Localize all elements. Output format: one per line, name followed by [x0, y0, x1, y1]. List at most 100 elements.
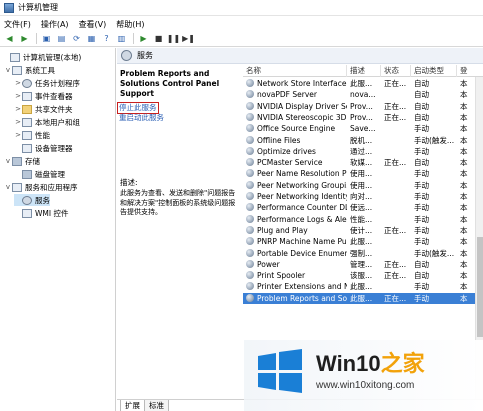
service-name-text: NVIDIA Stereoscopic 3D ... [257, 112, 347, 122]
table-row[interactable]: Network Store Interface ... 此服... 正在... 自动 本 [243, 78, 475, 89]
column-startup-type[interactable]: 启动类型 [411, 65, 457, 77]
watermark: Win10之家 www.win10xitong.com [244, 340, 483, 411]
menu-file[interactable]: 文件(F) [4, 19, 31, 30]
table-row[interactable]: Print Spooler 该服... 正在... 自动 本 [243, 270, 475, 281]
tree-item-shared-folders[interactable]: > 共享文件夹 [14, 103, 73, 115]
stop-service-icon[interactable]: ■ [153, 33, 164, 44]
table-row[interactable]: Peer Networking Groupi... 使用... 手动 本 [243, 180, 475, 191]
table-row[interactable]: PNRP Machine Name Pu... 此服... 手动 本 [243, 236, 475, 247]
clock-icon [22, 78, 32, 88]
properties-icon[interactable]: ▥ [116, 33, 127, 44]
service-status-cell: 正在... [384, 259, 407, 269]
table-row[interactable]: Performance Logs & Aler... 性能... 手动 本 [243, 214, 475, 225]
service-name-cell: Offline Files [243, 135, 347, 146]
refresh-icon[interactable]: ⟳ [71, 33, 82, 44]
table-row[interactable]: novaPDF Server nova... 自动 本 [243, 89, 475, 100]
service-desc-cell: 此服... [350, 79, 373, 88]
restart-service-icon[interactable]: ▶❚ [182, 33, 195, 44]
table-row[interactable]: NVIDIA Stereoscopic 3D ... Prov... 正在... 自动… [243, 112, 475, 123]
tree-item-local-users[interactable]: > 本地用户和组 [14, 116, 80, 128]
expand-chevron-icon[interactable]: > [14, 131, 22, 139]
service-desc-cell: 管理... [350, 259, 373, 269]
table-row[interactable]: Plug and Play 使计... 正在... 手动 本 [243, 225, 475, 236]
service-logon-cell: 本 [460, 259, 468, 269]
table-row[interactable]: Peer Name Resolution Pr... 使用... 手动 本 [243, 168, 475, 179]
tree-item-services-apps[interactable]: v 服务和应用程序 [4, 181, 78, 193]
folder-icon [22, 104, 32, 114]
service-name-cell: novaPDF Server [243, 89, 347, 100]
scrollbar-thumb[interactable] [477, 237, 483, 337]
show-hide-tree-icon[interactable]: ▤ [56, 33, 67, 44]
table-row[interactable]: PCMaster Service 软媒... 正在... 自动 本 [243, 157, 475, 168]
expand-chevron-icon[interactable]: > [14, 92, 22, 100]
collapse-chevron-icon[interactable]: v [4, 157, 12, 165]
menu-help[interactable]: 帮助(H) [116, 19, 144, 30]
back-arrow-icon[interactable]: ◀ [4, 33, 15, 44]
table-row[interactable]: Performance Counter DL... 使远... 手动 本 [243, 202, 475, 213]
service-gear-icon [246, 259, 254, 268]
service-name-text: Print Spooler [257, 271, 306, 281]
expand-chevron-icon[interactable]: > [14, 105, 22, 113]
tree-item-system-tools[interactable]: v 系统工具 [4, 64, 55, 76]
table-row[interactable]: Optimize drives 通过... 手动 本 [243, 146, 475, 157]
service-status-cell [381, 202, 411, 213]
service-status-cell [381, 89, 411, 100]
table-row[interactable]: Portable Device Enumera...强制... 手动(触发... 本 [243, 248, 475, 259]
table-row[interactable]: Power 管理... 正在... 自动 本 [243, 259, 475, 270]
menu-view[interactable]: 查看(V) [79, 19, 107, 30]
service-desc-cell: 脱机... [350, 135, 373, 145]
tree-item-storage[interactable]: v 存储 [4, 155, 40, 167]
tree-item-label: 共享文件夹 [35, 104, 73, 114]
brand-prefix: Win10 [316, 351, 381, 376]
export-list-icon[interactable]: ▦ [86, 33, 97, 44]
table-row[interactable]: Office Source Engine Save... 手动 本 [243, 123, 475, 134]
tree-item-disk-management[interactable]: 磁盘管理 [14, 168, 65, 180]
expand-chevron-icon[interactable]: > [14, 118, 22, 126]
service-status-cell: 正在... [384, 101, 407, 111]
description-label: 描述: [120, 178, 138, 187]
menu-bar: 文件(F) 操作(A) 查看(V) 帮助(H) [0, 17, 483, 31]
service-logon-cell: 本 [460, 293, 468, 303]
collapse-chevron-icon[interactable]: v [4, 183, 12, 191]
help-icon[interactable]: ? [101, 33, 112, 44]
pause-service-icon[interactable]: ❚❚ [167, 33, 180, 44]
service-status-cell: 正在... [384, 158, 407, 168]
up-folder-icon[interactable]: ▣ [41, 33, 52, 44]
start-service-icon[interactable]: ▶ [138, 33, 149, 44]
tree-item-root[interactable]: 计算机管理(本地) [2, 51, 81, 63]
service-logon-cell: 本 [460, 282, 468, 292]
tree-item-label: 磁盘管理 [35, 169, 65, 179]
table-row[interactable]: NVIDIA Display Driver Se...Prov... 正在... 自… [243, 101, 475, 112]
column-description[interactable]: 描述 [347, 65, 381, 77]
service-description-pane: Problem Reports and Solutions Control Pa… [117, 65, 243, 399]
panel-header: 服务 [117, 48, 483, 64]
column-logon[interactable]: 登 [457, 65, 475, 77]
forward-arrow-icon[interactable]: ▶ [19, 33, 30, 44]
service-gear-icon [246, 112, 254, 121]
tab-extended[interactable]: 扩展 [120, 400, 145, 411]
column-name[interactable]: 名称 [243, 65, 347, 77]
table-row[interactable]: Problem Reports and Sol... 此服... 正在... 手动 本 [243, 292, 475, 304]
service-status-cell [381, 214, 411, 225]
service-logon-cell: 本 [460, 214, 468, 224]
table-row[interactable]: Offline Files 脱机... 手动(触发... 本 [243, 135, 475, 146]
tab-standard[interactable]: 标准 [144, 400, 169, 411]
table-row[interactable]: Printer Extensions and N... 此服... 手动 本 [243, 281, 475, 292]
table-row[interactable]: Peer Networking Identity... 向对... 手动 本 [243, 191, 475, 202]
collapse-chevron-icon[interactable]: v [4, 66, 12, 74]
menu-action[interactable]: 操作(A) [41, 19, 69, 30]
tree-item-label: 任务计划程序 [35, 78, 80, 88]
column-status[interactable]: 状态 [381, 65, 411, 77]
service-startup-cell: 自动 [414, 79, 429, 88]
tree-item-device-manager[interactable]: 设备管理器 [14, 142, 73, 154]
tree-item-task-scheduler[interactable]: > 任务计划程序 [14, 77, 80, 89]
service-desc-cell: 使计... [350, 225, 373, 235]
expand-chevron-icon[interactable]: > [14, 79, 22, 87]
restart-service-link[interactable]: 重启动此服务 [119, 113, 164, 123]
service-status-cell [381, 180, 411, 191]
tree-item-wmi[interactable]: WMI 控件 [14, 207, 68, 219]
tree-item-services[interactable]: 服务 [14, 194, 50, 206]
tree-item-event-viewer[interactable]: > 事件查看器 [14, 90, 73, 102]
service-name-text: Problem Reports and Sol... [257, 293, 347, 303]
tree-item-performance[interactable]: > 性能 [14, 129, 50, 141]
